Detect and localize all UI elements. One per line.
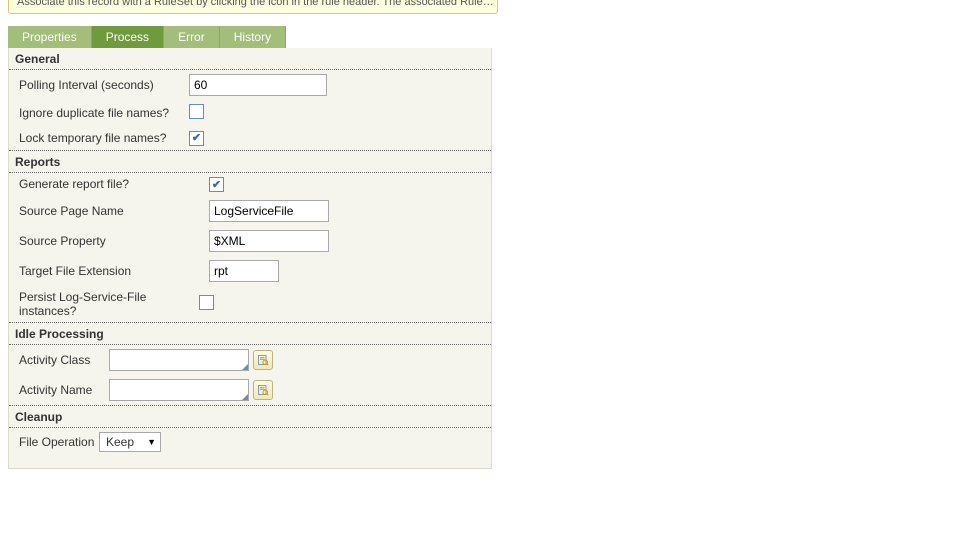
autocomplete-corner-icon [242,394,248,400]
target-ext-label: Target File Extension [19,264,209,278]
check-icon: ✔ [192,133,201,143]
check-icon: ✔ [212,180,221,190]
activity-name-input[interactable] [109,379,249,401]
persist-log-checkbox[interactable] [199,295,214,310]
target-ext-input[interactable] [209,260,279,282]
file-op-select[interactable]: Keep ▼ [99,432,161,452]
activity-class-input[interactable] [109,349,249,371]
activity-class-label: Activity Class [19,353,109,367]
section-cleanup-header: Cleanup [9,405,491,428]
activity-name-label: Activity Name [19,383,109,397]
autocomplete-corner-icon [242,364,248,370]
ignore-dup-checkbox[interactable] [189,104,204,119]
generate-report-label: Generate report file? [19,177,209,191]
ruleset-hint: Associate this record with a RuleSet by … [8,0,498,14]
lock-temp-checkbox[interactable]: ✔ [189,131,204,146]
generate-report-checkbox[interactable]: ✔ [209,177,224,192]
polling-interval-label: Polling Interval (seconds) [19,78,189,92]
polling-interval-input[interactable] [189,74,327,96]
source-page-input[interactable] [209,200,329,222]
tab-process[interactable]: Process [92,26,164,48]
chevron-down-icon: ▼ [147,437,156,447]
source-page-label: Source Page Name [19,204,209,218]
section-general-header: General [9,48,491,70]
source-prop-input[interactable] [209,230,329,252]
file-op-label: File Operation [19,435,99,449]
file-op-value: Keep [106,435,134,449]
persist-log-label: Persist Log-Service-File instances? [19,290,199,318]
activity-name-lookup-button[interactable] [253,380,273,400]
tab-properties[interactable]: Properties [8,26,92,48]
activity-class-lookup-button[interactable] [253,350,273,370]
tab-content-process: General Polling Interval (seconds) Ignor… [8,48,492,469]
tab-bar: Properties Process Error History [8,26,498,48]
source-prop-label: Source Property [19,234,209,248]
section-reports-header: Reports [9,150,491,173]
tab-history[interactable]: History [220,26,286,48]
section-idle-header: Idle Processing [9,322,491,345]
lookup-icon [257,384,269,396]
tab-error[interactable]: Error [164,26,220,48]
lookup-icon [257,354,269,366]
lock-temp-label: Lock temporary file names? [19,131,189,145]
ignore-dup-label: Ignore duplicate file names? [19,106,189,120]
